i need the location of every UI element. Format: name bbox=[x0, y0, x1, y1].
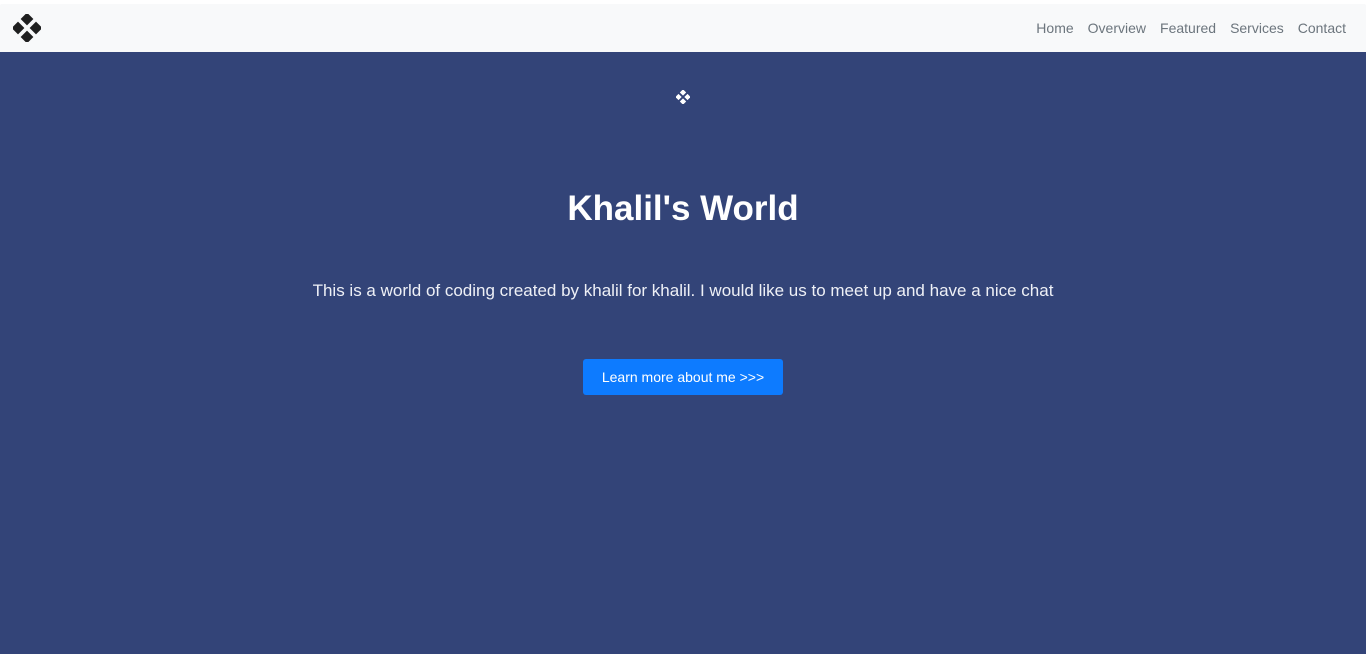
nav-links: Home Overview Featured Services Contact bbox=[1022, 4, 1346, 52]
hero-description: This is a world of coding created by kha… bbox=[312, 281, 1054, 300]
nav-link-home[interactable]: Home bbox=[1036, 20, 1073, 36]
diamond-grid-icon[interactable] bbox=[13, 14, 41, 42]
nav-link-contact[interactable]: Contact bbox=[1298, 20, 1346, 36]
navbar: Home Overview Featured Services Contact bbox=[0, 4, 1366, 52]
hero-section: Khalil's World This is a world of coding… bbox=[0, 52, 1366, 654]
diamond-grid-icon bbox=[676, 90, 690, 104]
nav-link-featured[interactable]: Featured bbox=[1160, 20, 1216, 36]
page: Home Overview Featured Services Contact … bbox=[0, 0, 1366, 654]
nav-link-services[interactable]: Services bbox=[1230, 20, 1284, 36]
nav-link-overview[interactable]: Overview bbox=[1088, 20, 1146, 36]
learn-more-button[interactable]: Learn more about me >>> bbox=[583, 359, 783, 395]
hero-title: Khalil's World bbox=[567, 189, 799, 228]
